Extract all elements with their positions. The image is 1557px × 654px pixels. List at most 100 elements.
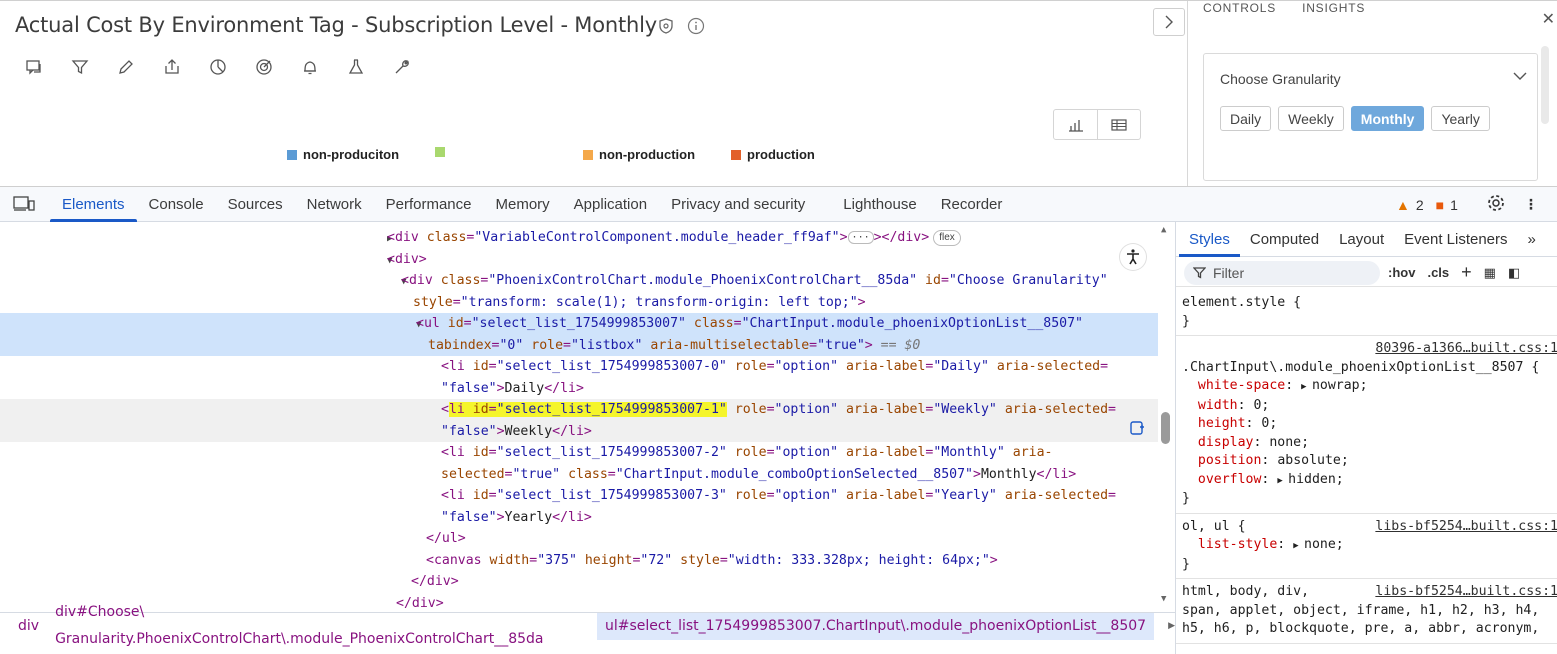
- pie-chart-icon[interactable]: [206, 55, 230, 79]
- dom-node-selected[interactable]: ▼<ul id="select_list_1754999853007" clas…: [0, 313, 1158, 335]
- chevron-down-icon[interactable]: [1513, 72, 1527, 81]
- property-name[interactable]: display: [1198, 435, 1254, 450]
- legend-item[interactable]: non-production: [583, 147, 695, 162]
- info-icon[interactable]: [687, 17, 705, 40]
- filter-icon[interactable]: [68, 55, 92, 79]
- tab-privacy-security[interactable]: Privacy and security: [659, 187, 817, 222]
- hover-state-toggle[interactable]: :hov: [1388, 265, 1415, 280]
- granularity-option-weekly[interactable]: Weekly: [1278, 106, 1344, 131]
- property-value[interactable]: hidden;: [1288, 472, 1344, 487]
- tab-sources[interactable]: Sources: [216, 187, 295, 222]
- table-icon[interactable]: [1097, 110, 1140, 139]
- dom-node[interactable]: <li id="select_list_1754999853007-2" rol…: [0, 442, 1158, 464]
- stylesheet-link[interactable]: libs-bf5254…built.css:1: [1375, 583, 1557, 602]
- style-rule[interactable]: 80396-a1366…built.css:1 .ChartInput\.mod…: [1176, 336, 1557, 514]
- dom-node[interactable]: </ul>: [0, 528, 1158, 550]
- ellipsis-badge[interactable]: ···: [847, 231, 874, 244]
- tab-application[interactable]: Application: [562, 187, 659, 222]
- device-toolbar-icon[interactable]: [13, 195, 35, 218]
- tab-memory[interactable]: Memory: [484, 187, 562, 222]
- stylesheet-link[interactable]: libs-bf5254…built.css:1: [1375, 518, 1557, 537]
- shield-icon[interactable]: [657, 17, 675, 40]
- tab-styles[interactable]: Styles: [1179, 222, 1240, 257]
- tab-elements[interactable]: Elements: [50, 187, 137, 222]
- dom-node[interactable]: <li id="select_list_1754999853007-0" rol…: [0, 356, 1158, 378]
- style-property[interactable]: height: 0;: [1182, 416, 1277, 431]
- class-toggle[interactable]: .cls: [1427, 265, 1449, 280]
- warning-icon[interactable]: ▲: [1396, 197, 1410, 213]
- granularity-option-daily[interactable]: Daily: [1220, 106, 1272, 131]
- tab-network[interactable]: Network: [295, 187, 374, 222]
- dom-node[interactable]: ▼<div>: [0, 249, 1158, 271]
- tab-insights[interactable]: INSIGHTS: [1302, 1, 1365, 15]
- tab-lighthouse[interactable]: Lighthouse: [817, 187, 928, 222]
- comment-icon[interactable]: [22, 55, 46, 79]
- property-name[interactable]: height: [1198, 416, 1246, 431]
- dom-node[interactable]: <canvas width="375" height="72" style="w…: [0, 550, 1158, 572]
- dom-node[interactable]: ▶<div class="VariableControlComponent.mo…: [0, 227, 1158, 249]
- breadcrumb-item[interactable]: div: [0, 613, 47, 640]
- issues-count[interactable]: 1: [1450, 197, 1458, 213]
- style-rule[interactable]: libs-bf5254…built.css:1 html, body, div, …: [1176, 579, 1557, 644]
- dom-node-hovered[interactable]: <li id="select_list_1754999853007-1" rol…: [0, 399, 1158, 421]
- wrench-icon[interactable]: [390, 55, 414, 79]
- paint-icon[interactable]: ▦: [1484, 265, 1496, 281]
- close-icon[interactable]: ✕: [1542, 9, 1555, 29]
- tab-computed[interactable]: Computed: [1240, 222, 1329, 257]
- tab-event-listeners[interactable]: Event Listeners: [1394, 222, 1517, 257]
- issues-icon[interactable]: ■: [1436, 197, 1444, 213]
- bell-icon[interactable]: [298, 55, 322, 79]
- sidebar-toggle-icon[interactable]: ◧: [1508, 265, 1520, 281]
- property-value[interactable]: none;: [1269, 435, 1309, 450]
- style-property[interactable]: overflow: ▶ hidden;: [1182, 472, 1344, 487]
- style-property[interactable]: display: none;: [1182, 435, 1309, 450]
- granularity-option-yearly[interactable]: Yearly: [1431, 106, 1490, 131]
- tab-layout[interactable]: Layout: [1329, 222, 1394, 257]
- property-name[interactable]: white-space: [1198, 378, 1285, 393]
- style-rule[interactable]: libs-bf5254…built.css:1 ol, ul { list-sty…: [1176, 514, 1557, 579]
- tab-recorder[interactable]: Recorder: [929, 187, 1015, 222]
- legend-item[interactable]: production: [731, 147, 815, 162]
- breadcrumb-scroll-icon[interactable]: ▶: [1168, 621, 1175, 631]
- more-tabs-icon[interactable]: »: [1518, 222, 1546, 257]
- dom-node[interactable]: </div>: [0, 571, 1158, 593]
- expand-panel-button[interactable]: [1153, 8, 1185, 36]
- breadcrumb-item-selected[interactable]: ul#select_list_1754999853007.ChartInput\…: [597, 612, 1155, 640]
- styles-filter-input[interactable]: Filter: [1184, 260, 1380, 285]
- copy-icon[interactable]: [1129, 419, 1147, 441]
- granularity-option-monthly[interactable]: Monthly: [1350, 106, 1425, 131]
- panel-scrollbar[interactable]: [1541, 46, 1549, 124]
- target-icon[interactable]: [252, 55, 276, 79]
- property-value[interactable]: 0;: [1253, 398, 1269, 413]
- dom-node[interactable]: ▼<div class="PhoenixControlChart.module_…: [0, 270, 1158, 292]
- property-value[interactable]: 0;: [1261, 416, 1277, 431]
- breadcrumb-item[interactable]: div#Choose\ Granularity.PhoenixControlCh…: [47, 599, 597, 653]
- property-name[interactable]: width: [1198, 398, 1238, 413]
- legend-item[interactable]: non-produciton: [287, 147, 399, 162]
- property-value[interactable]: absolute;: [1277, 453, 1348, 468]
- style-property[interactable]: position: absolute;: [1182, 453, 1349, 468]
- share-icon[interactable]: [160, 55, 184, 79]
- tab-console[interactable]: Console: [137, 187, 216, 222]
- more-options-icon[interactable]: ⋮: [1524, 196, 1538, 213]
- property-name[interactable]: position: [1198, 453, 1262, 468]
- style-property[interactable]: width: 0;: [1182, 398, 1269, 413]
- property-name[interactable]: overflow: [1198, 472, 1262, 487]
- tab-controls[interactable]: CONTROLS: [1203, 1, 1276, 15]
- warning-count[interactable]: 2: [1416, 197, 1424, 213]
- bar-chart-icon[interactable]: [1054, 110, 1097, 139]
- pencil-icon[interactable]: [114, 55, 138, 79]
- dom-node[interactable]: <li id="select_list_1754999853007-3" rol…: [0, 485, 1158, 507]
- elements-scrollbar[interactable]: ▲ ▼: [1160, 222, 1172, 612]
- accessibility-icon[interactable]: [1120, 244, 1146, 270]
- tab-performance[interactable]: Performance: [374, 187, 484, 222]
- flask-icon[interactable]: [344, 55, 368, 79]
- property-value[interactable]: nowrap;: [1312, 378, 1368, 393]
- flex-badge[interactable]: flex: [933, 230, 961, 246]
- style-property[interactable]: white-space: ▶ nowrap;: [1182, 378, 1368, 393]
- legend-item[interactable]: [435, 147, 451, 157]
- stylesheet-link[interactable]: 80396-a1366…built.css:1: [1375, 340, 1557, 359]
- new-rule-icon[interactable]: +: [1461, 262, 1472, 283]
- style-rule[interactable]: element.style { }: [1176, 290, 1557, 336]
- gear-icon[interactable]: [1486, 193, 1506, 216]
